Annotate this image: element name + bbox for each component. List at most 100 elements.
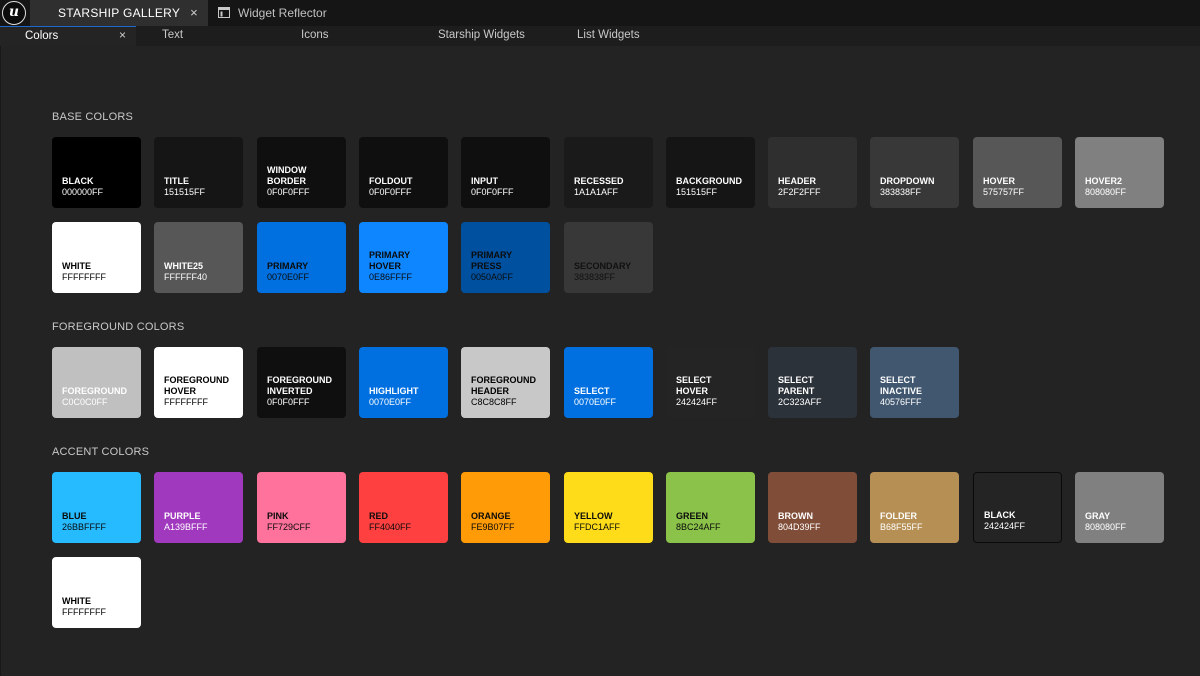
swatch-name: RED (369, 511, 389, 521)
swatch-hex: FFFFFFFF (62, 272, 106, 282)
color-swatch: SELECT HOVER 242424FF (666, 347, 755, 418)
swatch-name: HIGHLIGHT (369, 386, 419, 396)
swatch-label: SELECT PARENT 2C323AFF (778, 375, 822, 408)
swatch-name: GRAY (1085, 511, 1111, 521)
tab-colors[interactable]: Colors × (0, 26, 136, 46)
swatch-label: SELECT HOVER 242424FF (676, 375, 717, 408)
swatch-name: BACKGROUND (676, 176, 742, 186)
color-swatch: RECESSED 1A1A1AFF (564, 137, 653, 208)
swatch-name: PINK (267, 511, 289, 521)
swatch-label: FOLDOUT 0F0F0FFF (369, 176, 413, 198)
color-swatch: HEADER 2F2F2FFF (768, 137, 857, 208)
swatch-label: BLACK 242424FF (984, 510, 1025, 532)
swatch-name: PURPLE (164, 511, 201, 521)
swatch-hex: 0050A0FF (471, 272, 514, 282)
tab-widget-reflector[interactable]: Widget Reflector (212, 0, 412, 26)
color-swatch: WHITE25 FFFFFF40 (154, 222, 243, 293)
swatch-hex: 808080FF (1085, 522, 1127, 532)
tab-label: Icons (301, 29, 329, 41)
swatch-label: PRIMARY HOVER 0E86FFFF (369, 250, 412, 283)
color-swatch: PRIMARY PRESS 0050A0FF (461, 222, 550, 293)
color-swatch: WHITE FFFFFFFF (52, 222, 141, 293)
swatch-hex: 26BBFFFF (62, 522, 107, 532)
swatch-name: INPUT (471, 176, 498, 186)
tab-starship-gallery[interactable]: STARSHIP GALLERY × (30, 0, 208, 26)
swatch-label: HOVER2 808080FF (1085, 176, 1126, 198)
swatch-hex: 8BC24AFF (676, 522, 721, 532)
widget-reflector-icon (218, 7, 230, 18)
color-swatch: TITLE 151515FF (154, 137, 243, 208)
close-icon[interactable]: × (190, 0, 198, 26)
swatch-name: FOLDER (880, 511, 917, 521)
swatch-label: WINDOW BORDER 0F0F0FFF (267, 165, 310, 198)
swatch-label: FOLDER B68F55FF (880, 511, 923, 533)
color-swatch: HIGHLIGHT 0070E0FF (359, 347, 448, 418)
swatch-hex: C8C8C8FF (471, 397, 517, 407)
unreal-logo-icon[interactable]: u (2, 1, 26, 25)
swatch-name: WHITE (62, 261, 91, 271)
swatch-hex: FF4040FF (369, 522, 412, 532)
swatch-label: PRIMARY PRESS 0050A0FF (471, 250, 513, 283)
swatch-hex: FFFFFFFF (62, 607, 106, 617)
color-swatch: INPUT 0F0F0FFF (461, 137, 550, 208)
swatch-name: DROPDOWN (880, 176, 935, 186)
tab-starship-widgets[interactable]: Starship Widgets (438, 26, 525, 46)
color-swatch: FOLDOUT 0F0F0FFF (359, 137, 448, 208)
swatch-name: FOREGROUND HEADER (471, 375, 536, 396)
color-swatch: PURPLE A139BFFF (154, 472, 243, 543)
tab-icons[interactable]: Icons (301, 26, 329, 46)
swatch-name: PRIMARY PRESS (471, 250, 513, 271)
swatch-name: HOVER2 (1085, 176, 1123, 186)
tab-list-widgets[interactable]: List Widgets (577, 26, 640, 46)
swatch-label: FOREGROUND HOVER FFFFFFFF (164, 375, 229, 408)
swatch-hex: 000000FF (62, 187, 104, 197)
section-title-foreground-colors: FOREGROUND COLORS (52, 321, 185, 333)
close-icon[interactable]: × (119, 26, 126, 45)
swatch-label: SELECT 0070E0FF (574, 386, 616, 408)
color-swatch: DROPDOWN 383838FF (870, 137, 959, 208)
swatch-name: TITLE (164, 176, 189, 186)
swatch-hex: 808080FF (1085, 187, 1127, 197)
tab-label: Colors (25, 30, 59, 42)
swatch-label: BLUE 26BBFFFF (62, 511, 106, 533)
color-swatch: BACKGROUND 151515FF (666, 137, 755, 208)
swatch-label: RECESSED 1A1A1AFF (574, 176, 624, 198)
tab-label: Widget Reflector (238, 6, 327, 20)
swatch-hex: 151515FF (164, 187, 206, 197)
swatch-label: ORANGE FE9B07FF (471, 511, 515, 533)
tab-label: STARSHIP GALLERY (58, 6, 181, 20)
swatch-hex: 2C323AFF (778, 397, 822, 407)
tab-text[interactable]: Text (162, 26, 184, 46)
color-swatch: SELECT PARENT 2C323AFF (768, 347, 857, 418)
swatch-label: FOREGROUND INVERTED 0F0F0FFF (267, 375, 332, 408)
swatch-hex: 40576FFF (880, 397, 922, 407)
tab-label: Starship Widgets (438, 29, 525, 41)
swatch-label: YELLOW FFDC1AFF (574, 511, 620, 533)
swatch-label: DROPDOWN 383838FF (880, 176, 935, 198)
color-swatch: BLACK 000000FF (52, 137, 141, 208)
swatch-hex: FE9B07FF (471, 522, 515, 532)
swatch-label: HOVER 575757FF (983, 176, 1024, 198)
swatch-hex: 383838FF (880, 187, 922, 197)
color-swatch: BLUE 26BBFFFF (52, 472, 141, 543)
swatch-hex: 0F0F0FFF (267, 187, 310, 197)
swatch-label: TITLE 151515FF (164, 176, 205, 198)
swatch-hex: 242424FF (676, 397, 718, 407)
swatch-label: INPUT 0F0F0FFF (471, 176, 514, 198)
swatch-hex: 0070E0FF (574, 397, 617, 407)
swatch-label: FOREGROUND HEADER C8C8C8FF (471, 375, 536, 408)
swatch-hex: FF729CFF (267, 522, 311, 532)
color-swatch: WINDOW BORDER 0F0F0FFF (257, 137, 346, 208)
swatch-hex: 0F0F0FFF (267, 397, 310, 407)
color-swatch: GRAY 808080FF (1075, 472, 1164, 543)
color-swatch: FOREGROUND HEADER C8C8C8FF (461, 347, 550, 418)
color-swatch: PINK FF729CFF (257, 472, 346, 543)
swatch-name: YELLOW (574, 511, 613, 521)
swatch-hex: 575757FF (983, 187, 1025, 197)
swatch-hex: 0070E0FF (267, 272, 310, 282)
swatch-name: SELECT (574, 386, 610, 396)
swatch-hex: 0070E0FF (369, 397, 412, 407)
swatch-name: HEADER (778, 176, 817, 186)
swatch-hex: 383838FF (574, 272, 616, 282)
swatch-label: BLACK 000000FF (62, 176, 103, 198)
